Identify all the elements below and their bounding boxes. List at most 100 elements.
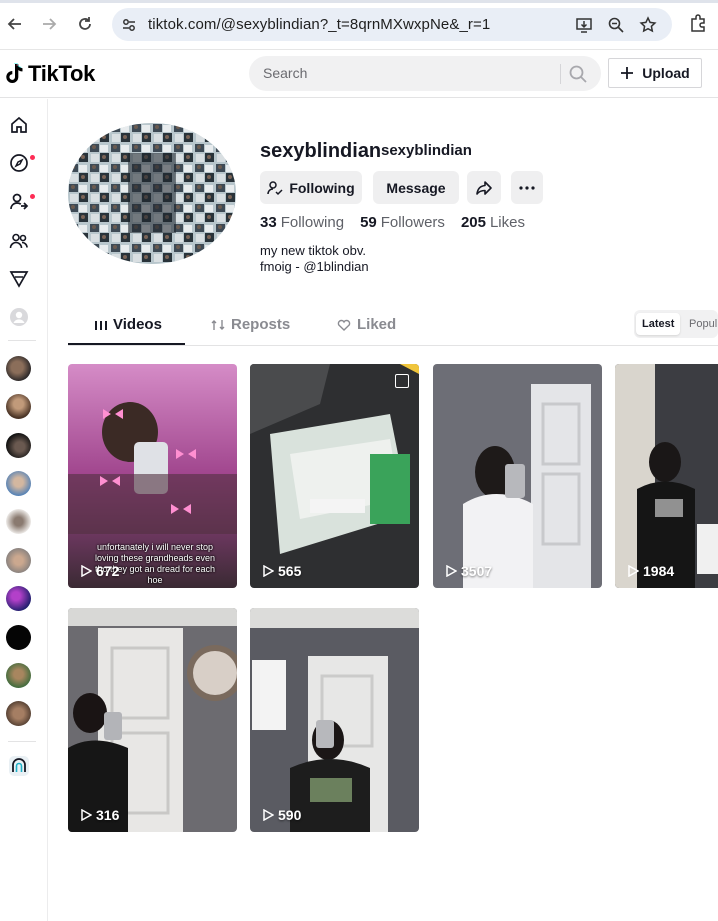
tiktok-note-icon	[6, 63, 23, 83]
bookmark-star-icon[interactable]	[638, 15, 658, 35]
play-icon	[263, 565, 274, 577]
video-thumbnail[interactable]: 1984	[615, 364, 718, 588]
following-avatar[interactable]	[6, 356, 31, 381]
plus-icon	[621, 67, 634, 79]
more-options-button[interactable]	[511, 171, 543, 204]
tab-reposts[interactable]: Reposts	[211, 316, 290, 333]
upload-label: Upload	[642, 65, 690, 81]
following-avatar[interactable]	[6, 663, 31, 688]
install-app-icon[interactable]	[574, 15, 594, 35]
site-settings-icon[interactable]	[120, 16, 138, 34]
following-avatar[interactable]	[6, 433, 31, 458]
search-input[interactable]: Search	[263, 65, 307, 81]
bio-line: fmoig - @1blindian	[260, 259, 369, 274]
sidebar-divider	[8, 741, 36, 742]
sort-latest[interactable]: Latest	[636, 313, 681, 335]
play-icon	[263, 809, 274, 821]
extensions-icon[interactable]	[688, 13, 710, 35]
following-label: Following	[280, 214, 345, 231]
profile-nickname: sexyblindian	[381, 142, 472, 159]
tab-strip-edge	[0, 0, 718, 3]
upload-button[interactable]: Upload	[608, 58, 702, 88]
browser-toolbar: tiktok.com/@sexyblindian?_t=8qrnMXwxpNe&…	[0, 0, 718, 50]
video-thumbnail[interactable]: 3507	[433, 364, 602, 588]
logo-wordmark: TikTok	[28, 61, 96, 86]
sidebar-divider	[8, 340, 36, 341]
view-count: 590	[262, 807, 301, 823]
search-icon[interactable]	[568, 64, 588, 84]
creator-tools-icon[interactable]	[8, 755, 30, 777]
following-stat[interactable]: 33 Following	[260, 214, 344, 231]
video-thumbnail[interactable]: 565	[250, 364, 419, 588]
play-icon	[81, 565, 92, 577]
forward-icon[interactable]	[38, 13, 60, 35]
view-count: 3507	[445, 563, 492, 579]
zoom-icon[interactable]	[606, 15, 626, 35]
following-users-icon[interactable]	[8, 191, 30, 213]
following-avatar[interactable]	[6, 548, 31, 573]
live-triangle-icon[interactable]	[8, 268, 30, 290]
view-count-value: 3507	[461, 563, 493, 579]
reload-icon[interactable]	[74, 13, 96, 35]
view-count-value: 590	[278, 807, 302, 823]
following-avatar[interactable]	[6, 394, 31, 419]
view-count: 1984	[627, 563, 674, 579]
left-sidebar	[0, 99, 48, 921]
tab-liked[interactable]: Liked	[337, 316, 396, 333]
home-icon[interactable]	[8, 114, 30, 136]
profile-stats: 33 Following 59 Followers 205 Likes	[260, 214, 525, 231]
friends-icon[interactable]	[8, 230, 30, 252]
notification-dot	[30, 194, 35, 199]
video-thumbnail[interactable]: unfortanately i will never stop loving t…	[68, 364, 237, 588]
message-button-label: Message	[386, 179, 446, 196]
ellipsis-icon	[519, 185, 535, 190]
share-arrow-icon	[476, 180, 492, 195]
profile-username: sexyblindian	[260, 140, 382, 162]
following-button-label: Following	[289, 179, 355, 196]
tiktok-logo[interactable]: TikTok	[4, 61, 95, 87]
following-avatar[interactable]	[6, 586, 31, 611]
profile-avatar[interactable]	[68, 123, 236, 264]
following-avatar[interactable]	[6, 509, 31, 534]
back-icon[interactable]	[4, 13, 26, 35]
video-thumbnail-image	[433, 364, 602, 588]
profile-bio: my new tiktok obv. fmoig - @1blindian	[260, 243, 369, 275]
following-button[interactable]: Following	[260, 171, 362, 204]
tab-liked-label: Liked	[357, 316, 397, 333]
sort-popular[interactable]: Popul	[683, 313, 718, 335]
followers-stat[interactable]: 59 Followers	[360, 214, 445, 231]
url-text[interactable]: tiktok.com/@sexyblindian?_t=8qrnMXwxpNe&…	[148, 16, 490, 33]
play-icon	[446, 565, 457, 577]
view-count: 672	[80, 563, 119, 579]
play-icon	[81, 809, 92, 821]
profile-tabs: Videos Reposts Liked	[68, 306, 718, 346]
likes-count: 205	[460, 214, 486, 231]
search-bar[interactable]: Search	[249, 56, 601, 91]
message-button[interactable]: Message	[373, 171, 459, 204]
following-avatar[interactable]	[6, 471, 31, 496]
tab-reposts-label: Reposts	[231, 316, 291, 333]
followers-count: 59	[360, 214, 377, 231]
video-thumbnail[interactable]: 316	[68, 608, 237, 832]
share-button[interactable]	[467, 171, 501, 204]
following-avatar[interactable]	[6, 701, 31, 726]
site-header: TikTok Search Upload	[0, 50, 718, 98]
sort-toggle: Latest Popul	[634, 310, 718, 338]
view-count-value: 316	[96, 807, 120, 823]
search-divider	[560, 64, 561, 84]
bio-line: my new tiktok obv.	[260, 243, 366, 258]
view-count-value: 565	[278, 563, 302, 579]
following-count: 33	[260, 214, 277, 231]
notification-dot	[30, 155, 35, 160]
explore-compass-icon[interactable]	[8, 152, 30, 174]
address-bar[interactable]: tiktok.com/@sexyblindian?_t=8qrnMXwxpNe&…	[112, 8, 672, 41]
video-thumbnail-image	[68, 608, 237, 832]
view-count-value: 1984	[643, 563, 675, 579]
video-thumbnail[interactable]: 590	[250, 608, 419, 832]
video-thumbnail-image	[250, 608, 419, 832]
video-thumbnail-image	[615, 364, 718, 588]
likes-stat: 205 Likes	[461, 214, 525, 231]
tab-videos[interactable]: Videos	[95, 316, 162, 333]
profile-avatar-icon[interactable]	[8, 306, 30, 328]
following-avatar[interactable]	[6, 625, 31, 650]
